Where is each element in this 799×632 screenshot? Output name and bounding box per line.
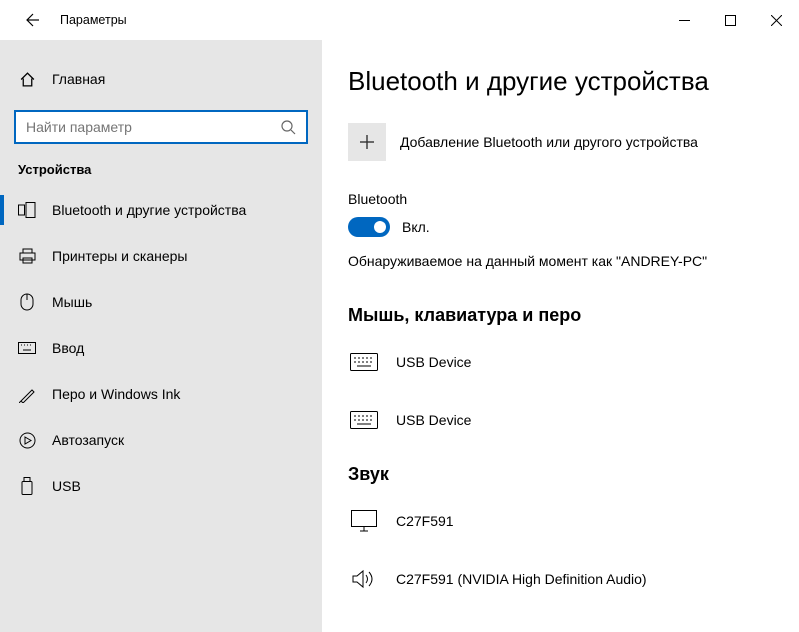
bluetooth-toggle-state: Вкл. [402, 219, 430, 235]
search-input[interactable] [14, 110, 308, 144]
autoplay-icon [18, 431, 36, 449]
sidebar-item-typing[interactable]: Ввод [0, 325, 322, 371]
usb-icon [18, 477, 36, 495]
close-button[interactable] [753, 4, 799, 36]
speaker-icon [348, 568, 380, 590]
group-title-input: Мышь, клавиатура и перо [348, 305, 773, 326]
device-label: USB Device [396, 412, 471, 428]
minimize-button[interactable] [661, 4, 707, 36]
keyboard-icon [348, 351, 380, 373]
plus-icon [348, 123, 386, 161]
close-icon [771, 15, 782, 26]
device-label: C27F591 (NVIDIA High Definition Audio) [396, 571, 647, 587]
home-icon [18, 70, 36, 88]
sidebar-item-label: Перо и Windows Ink [52, 386, 180, 402]
group-title-audio: Звук [348, 464, 773, 485]
add-device-label: Добавление Bluetooth или другого устройс… [400, 134, 698, 150]
search-field[interactable] [26, 119, 280, 135]
devices-icon [18, 201, 36, 219]
sidebar-item-label: Bluetooth и другие устройства [52, 202, 246, 218]
sidebar-item-autoplay[interactable]: Автозапуск [0, 417, 322, 463]
sidebar-item-printers[interactable]: Принтеры и сканеры [0, 233, 322, 279]
device-item[interactable]: C27F591 (NVIDIA High Definition Audio) [348, 557, 773, 601]
sidebar-item-label: Принтеры и сканеры [52, 248, 187, 264]
window-title: Параметры [60, 13, 127, 27]
sidebar-item-label: Автозапуск [52, 432, 124, 448]
home-nav[interactable]: Главная [0, 60, 322, 98]
page-title: Bluetooth и другие устройства [348, 66, 773, 97]
back-button[interactable] [20, 9, 42, 31]
sidebar-item-bluetooth[interactable]: Bluetooth и другие устройства [0, 187, 322, 233]
printer-icon [18, 247, 36, 265]
sidebar-item-mouse[interactable]: Мышь [0, 279, 322, 325]
add-device-button[interactable]: Добавление Bluetooth или другого устройс… [348, 123, 773, 161]
sidebar-section-title: Устройства [0, 162, 322, 187]
maximize-icon [725, 15, 736, 26]
sidebar-item-usb[interactable]: USB [0, 463, 322, 509]
titlebar: Параметры [0, 0, 799, 40]
sidebar-item-label: USB [52, 478, 81, 494]
search-icon [280, 119, 296, 135]
monitor-icon [348, 510, 380, 532]
keyboard-icon [18, 339, 36, 357]
device-item[interactable]: USB Device [348, 398, 773, 442]
bluetooth-toggle[interactable] [348, 217, 390, 237]
sidebar-item-label: Ввод [52, 340, 84, 356]
pen-icon [18, 385, 36, 403]
bluetooth-label: Bluetooth [348, 191, 773, 207]
minimize-icon [679, 15, 690, 26]
device-label: C27F591 [396, 513, 454, 529]
sidebar: Главная Устройства Bluetooth и другие ус… [0, 40, 322, 632]
home-label: Главная [52, 71, 105, 87]
arrow-left-icon [23, 12, 39, 28]
maximize-button[interactable] [707, 4, 753, 36]
device-item[interactable]: C27F591 [348, 499, 773, 543]
device-item[interactable]: USB Device [348, 340, 773, 384]
main-panel: Bluetooth и другие устройства Добавление… [322, 40, 799, 632]
keyboard-icon [348, 409, 380, 431]
device-label: USB Device [396, 354, 471, 370]
mouse-icon [18, 293, 36, 311]
sidebar-item-label: Мышь [52, 294, 92, 310]
discoverable-text: Обнаруживаемое на данный момент как "AND… [348, 253, 773, 269]
sidebar-item-pen[interactable]: Перо и Windows Ink [0, 371, 322, 417]
